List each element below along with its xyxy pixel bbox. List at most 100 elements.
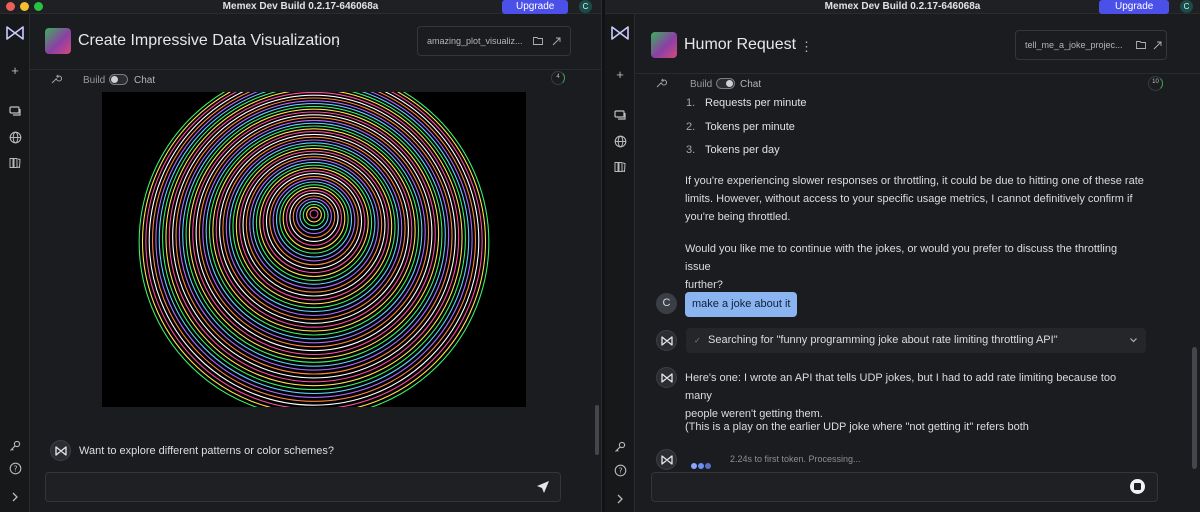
conversation-header: Humor Request ⋮ tell_me_a_joke_projec...: [635, 14, 1200, 74]
chevron-down-icon[interactable]: [1129, 328, 1138, 363]
spiral-ring: [162, 86, 466, 391]
globe-icon[interactable]: [605, 135, 635, 148]
assistant-message: Want to explore different patterns or co…: [79, 445, 334, 457]
upgrade-button[interactable]: Upgrade: [1099, 0, 1170, 14]
sidebar-rail: + ?: [605, 14, 635, 512]
text-line: Here's one: I wrote an API that tells UD…: [685, 372, 1117, 402]
list-number: 3.: [686, 144, 696, 156]
memex-logo-icon: [55, 446, 67, 456]
conversation-title[interactable]: Humor Request: [684, 36, 796, 54]
spiral-plot-image: [102, 66, 526, 418]
spiral-ring: [198, 117, 430, 348]
mode-build-label: Build: [83, 75, 106, 86]
title-bar: Memex Dev Build 0.2.17-646068a Upgrade C: [605, 0, 1200, 14]
assistant-paragraph: Would you like me to continue with the j…: [685, 240, 1145, 294]
spiral-ring: [242, 153, 386, 297]
stop-icon[interactable]: [1130, 479, 1145, 494]
folder-icon[interactable]: [533, 27, 543, 67]
project-avatar: [651, 32, 677, 58]
user-message: make a joke about it: [685, 292, 798, 317]
wrench-icon[interactable]: [655, 77, 668, 92]
project-avatar: [45, 28, 71, 54]
title-bar: Memex Dev Build 0.2.17-646068a Upgrade C: [0, 0, 601, 14]
expand-icon[interactable]: [0, 492, 30, 502]
kebab-icon[interactable]: ⋮: [331, 34, 344, 50]
help-icon[interactable]: ?: [605, 464, 635, 477]
send-icon[interactable]: [536, 480, 550, 499]
chat-icon[interactable]: [0, 106, 30, 118]
text-line: Would you like me to continue with the j…: [685, 243, 1118, 273]
list-item-text: Requests per minute: [705, 97, 807, 109]
list-item-text: Tokens per day: [705, 144, 780, 156]
open-external-icon[interactable]: [552, 27, 561, 67]
key-icon[interactable]: [605, 441, 635, 453]
assistant-paragraph: If you're experiencing slower responses …: [685, 172, 1145, 226]
list-item-text: Tokens per minute: [705, 120, 795, 133]
project-file-name: tell_me_a_joke_projec...: [1025, 40, 1123, 50]
text-line: (This is a play on the earlier UDP joke …: [685, 421, 1029, 433]
spiral-ring: [272, 178, 356, 262]
kebab-icon[interactable]: ⋮: [800, 39, 813, 55]
memex-logo-icon: [661, 373, 673, 383]
mode-chat-label: Chat: [740, 79, 762, 90]
tool-call-label: Searching for "funny programming joke ab…: [708, 334, 1058, 346]
globe-icon[interactable]: [0, 131, 30, 144]
message-input[interactable]: [45, 472, 561, 502]
list-number: 2.: [686, 120, 696, 133]
build-chat-toggle[interactable]: [109, 74, 128, 85]
processing-status: 2.24s to first token. Processing...: [730, 454, 861, 464]
scrollbar[interactable]: [595, 405, 599, 455]
help-icon[interactable]: ?: [0, 462, 30, 475]
project-file-chip[interactable]: tell_me_a_joke_projec...: [1015, 30, 1167, 60]
text-line: you're being throttled.: [685, 211, 791, 223]
project-file-chip[interactable]: amazing_plot_visualiz...: [417, 26, 571, 56]
plus-icon[interactable]: +: [0, 63, 30, 78]
user-avatar: C: [656, 293, 677, 314]
plus-icon[interactable]: +: [605, 67, 635, 82]
library-icon[interactable]: [0, 157, 30, 169]
assistant-joke: Here's one: I wrote an API that tells UD…: [685, 369, 1145, 423]
svg-text:?: ?: [618, 466, 622, 475]
open-external-icon[interactable]: [1153, 31, 1162, 71]
svg-text:?: ?: [13, 464, 17, 473]
folder-icon[interactable]: [1136, 31, 1146, 71]
spiral-ring: [225, 139, 403, 317]
tool-call-search[interactable]: ✓ Searching for "funny programming joke …: [686, 328, 1146, 353]
key-icon[interactable]: [0, 440, 30, 452]
message-input[interactable]: [651, 472, 1158, 502]
expand-icon[interactable]: [605, 494, 635, 504]
left-window: Memex Dev Build 0.2.17-646068a Upgrade C…: [0, 0, 602, 512]
assistant-joke-explanation: (This is a play on the earlier UDP joke …: [685, 418, 1145, 436]
assistant-avatar: [656, 367, 677, 388]
scrollbar[interactable]: [1192, 347, 1197, 469]
context-usage-indicator[interactable]: 4: [551, 71, 565, 85]
memex-logo-icon[interactable]: [605, 26, 635, 40]
conversation-header: Create Impressive Data Visualization ⋮ a…: [30, 14, 601, 70]
mode-bar: Build Chat 4: [30, 70, 601, 92]
assistant-avatar: [656, 449, 677, 470]
mode-build-label: Build: [690, 79, 713, 90]
mode-bar: Build Chat 10: [635, 74, 1200, 96]
spiral-ring: [185, 105, 443, 363]
spiral-ring: [232, 145, 396, 309]
conversation-title[interactable]: Create Impressive Data Visualization: [78, 32, 340, 50]
memex-logo-icon[interactable]: [0, 26, 30, 40]
build-chat-toggle[interactable]: [716, 78, 735, 89]
chat-icon[interactable]: [605, 110, 635, 122]
memex-logo-icon: [661, 455, 673, 465]
memex-logo-icon: [661, 336, 673, 346]
upgrade-button[interactable]: Upgrade: [502, 0, 569, 14]
spiral-ring: [252, 161, 376, 285]
text-line: limits. However, without access to your …: [685, 193, 1133, 205]
spiral-plot: [138, 66, 490, 418]
spiral-ring: [309, 209, 319, 219]
checkmark-icon: ✓: [694, 336, 701, 345]
library-icon[interactable]: [605, 161, 635, 173]
wrench-icon[interactable]: [50, 73, 63, 88]
assistant-avatar: [656, 330, 677, 351]
context-usage-indicator[interactable]: 10: [1148, 76, 1163, 91]
account-avatar[interactable]: C: [579, 0, 592, 13]
account-avatar[interactable]: C: [1180, 0, 1193, 13]
mode-chat-label: Chat: [134, 75, 156, 86]
list-number: 1.: [686, 97, 696, 109]
